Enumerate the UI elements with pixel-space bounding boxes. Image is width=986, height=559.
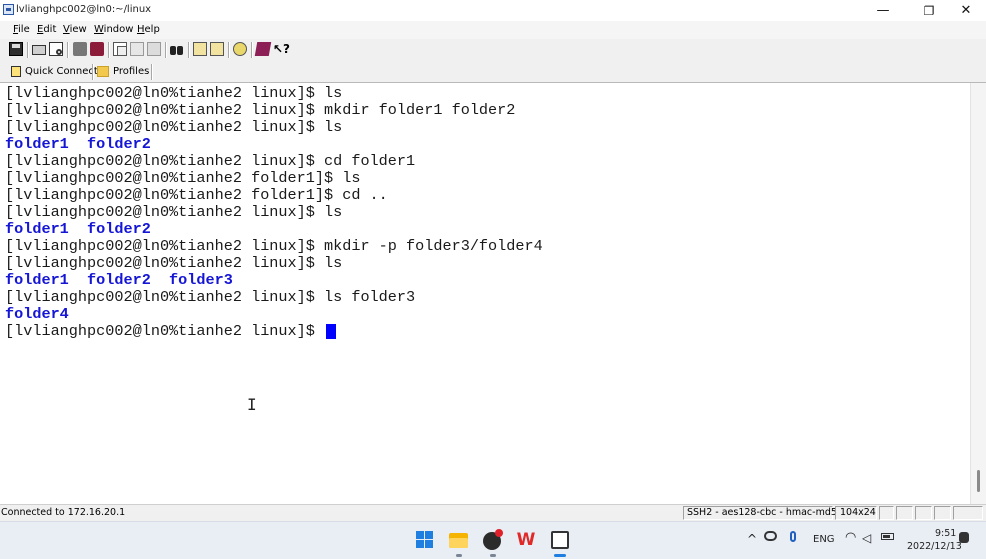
status-cell: [915, 506, 932, 520]
print-preview-icon[interactable]: [49, 42, 63, 56]
terminal-line: [lvlianghpc002@ln0%tianhe2 folder1]$ cd …: [5, 186, 388, 204]
protocol-status: SSH2 - aes128-cbc - hmac-md5: [687, 507, 837, 518]
cloud-icon[interactable]: [764, 531, 777, 541]
session-options-icon[interactable]: [210, 42, 224, 56]
scroll-thumb[interactable]: [977, 470, 980, 492]
text-cursor-icon: I: [247, 395, 257, 414]
options-icon[interactable]: [193, 42, 207, 56]
terminal-scrollbar[interactable]: [970, 83, 986, 504]
title-bar: lvlianghpc002@ln0:~/linux — ❐ ✕: [0, 0, 986, 22]
notification-icon[interactable]: [959, 532, 969, 543]
toolbar-separator: [165, 42, 167, 58]
menu-bar: File Edit View Window Help: [0, 21, 986, 40]
keymap-icon[interactable]: [233, 42, 247, 56]
connect-icon[interactable]: [73, 42, 87, 56]
toolbar-separator: [251, 42, 253, 58]
paste-special-icon[interactable]: [147, 42, 161, 56]
clock-time[interactable]: 9:51: [935, 528, 956, 539]
status-cell: [953, 506, 983, 520]
battery-icon[interactable]: [881, 533, 894, 540]
taskbar: W ^ ENG ◠ ◁ 9:51 2022/12/13: [0, 521, 986, 559]
status-cell: [934, 506, 951, 520]
terminal-line: [lvlianghpc002@ln0%tianhe2 linux]$ cd fo…: [5, 152, 416, 170]
print-icon[interactable]: [32, 45, 46, 55]
context-help-icon[interactable]: ↖?: [273, 42, 290, 56]
lightning-icon: [11, 66, 21, 77]
chevron-up-icon[interactable]: ^: [747, 532, 757, 546]
minimize-button[interactable]: —: [860, 0, 906, 21]
status-cell: [879, 506, 894, 520]
quickbar-separator: [151, 64, 153, 80]
terminal-line: [lvlianghpc002@ln0%tianhe2 linux]$ ls: [5, 203, 343, 221]
menu-help[interactable]: Help: [137, 24, 160, 35]
paste-icon[interactable]: [130, 42, 144, 56]
speaker-icon[interactable]: ◁: [862, 531, 871, 545]
profiles-button[interactable]: Profiles: [97, 64, 149, 79]
wifi-icon[interactable]: ◠: [845, 530, 856, 545]
menu-window[interactable]: Window: [94, 24, 133, 35]
quick-connect-button[interactable]: Quick Connect: [11, 64, 98, 79]
window-title: lvlianghpc002@ln0:~/linux: [16, 4, 152, 15]
menu-view[interactable]: View: [63, 24, 87, 35]
terminal-line: [lvlianghpc002@ln0%tianhe2 linux]$ ls: [5, 254, 343, 272]
media-app-icon[interactable]: [482, 529, 504, 557]
microphone-icon[interactable]: [790, 531, 796, 542]
quick-connect-label: Quick Connect: [25, 66, 98, 77]
terminal-line: folder1 folder2: [5, 220, 151, 238]
terminal-line: [lvlianghpc002@ln0%tianhe2 linux]$ mkdir…: [5, 101, 516, 119]
find-icon[interactable]: [170, 42, 184, 56]
terminal-line: [lvlianghpc002@ln0%tianhe2 linux]$ ls: [5, 84, 343, 102]
copy-icon[interactable]: [113, 42, 127, 56]
toolbar-separator: [228, 42, 230, 58]
terminal-cursor: [326, 324, 336, 339]
terminal-size: 104x24: [840, 507, 876, 518]
terminal-line: folder1 folder2 folder3: [5, 271, 233, 289]
toolbar-separator: [67, 42, 69, 58]
status-cell: [896, 506, 913, 520]
status-bar: Connected to 172.16.20.1 SSH2 - aes128-c…: [0, 504, 986, 521]
disconnect-icon[interactable]: [90, 42, 104, 56]
quick-connect-bar: Quick Connect Profiles: [0, 61, 986, 83]
app-icon: [3, 4, 14, 15]
toolbar-separator: [27, 42, 29, 58]
terminal-prompt: [lvlianghpc002@ln0%tianhe2 linux]$: [5, 322, 324, 340]
terminal-line: [lvlianghpc002@ln0%tianhe2 folder1]$ ls: [5, 169, 361, 187]
terminal-line: [lvlianghpc002@ln0%tianhe2 linux]$ mkdir…: [5, 237, 543, 255]
toolbar-separator: [188, 42, 190, 58]
quickbar-separator: [92, 64, 94, 80]
terminal-line: [lvlianghpc002@ln0%tianhe2 linux]$ ls: [5, 118, 343, 136]
windows-start-icon[interactable]: [414, 529, 436, 551]
connection-status: Connected to 172.16.20.1: [1, 507, 126, 518]
save-icon[interactable]: [9, 42, 23, 56]
toolbar: ↖?: [0, 39, 986, 62]
close-button[interactable]: ✕: [943, 0, 986, 21]
terminal-line: [lvlianghpc002@ln0%tianhe2 linux]$ ls fo…: [5, 288, 416, 306]
help-book-icon[interactable]: [254, 42, 272, 56]
menu-file[interactable]: File: [13, 24, 30, 35]
wps-office-icon[interactable]: W: [515, 529, 537, 551]
terminal-app-icon[interactable]: [549, 529, 571, 557]
profiles-label: Profiles: [113, 66, 150, 77]
terminal-line: folder4: [5, 305, 69, 323]
terminal-line: folder1 folder2: [5, 135, 151, 153]
toolbar-separator: [108, 42, 110, 58]
language-indicator[interactable]: ENG: [813, 534, 835, 545]
menu-edit[interactable]: Edit: [37, 24, 56, 35]
file-explorer-icon[interactable]: [448, 529, 470, 557]
folder-icon: [97, 66, 109, 77]
clock-date[interactable]: 2022/12/13: [907, 541, 962, 552]
terminal-output[interactable]: [lvlianghpc002@ln0%tianhe2 linux]$ ls [l…: [0, 83, 970, 504]
